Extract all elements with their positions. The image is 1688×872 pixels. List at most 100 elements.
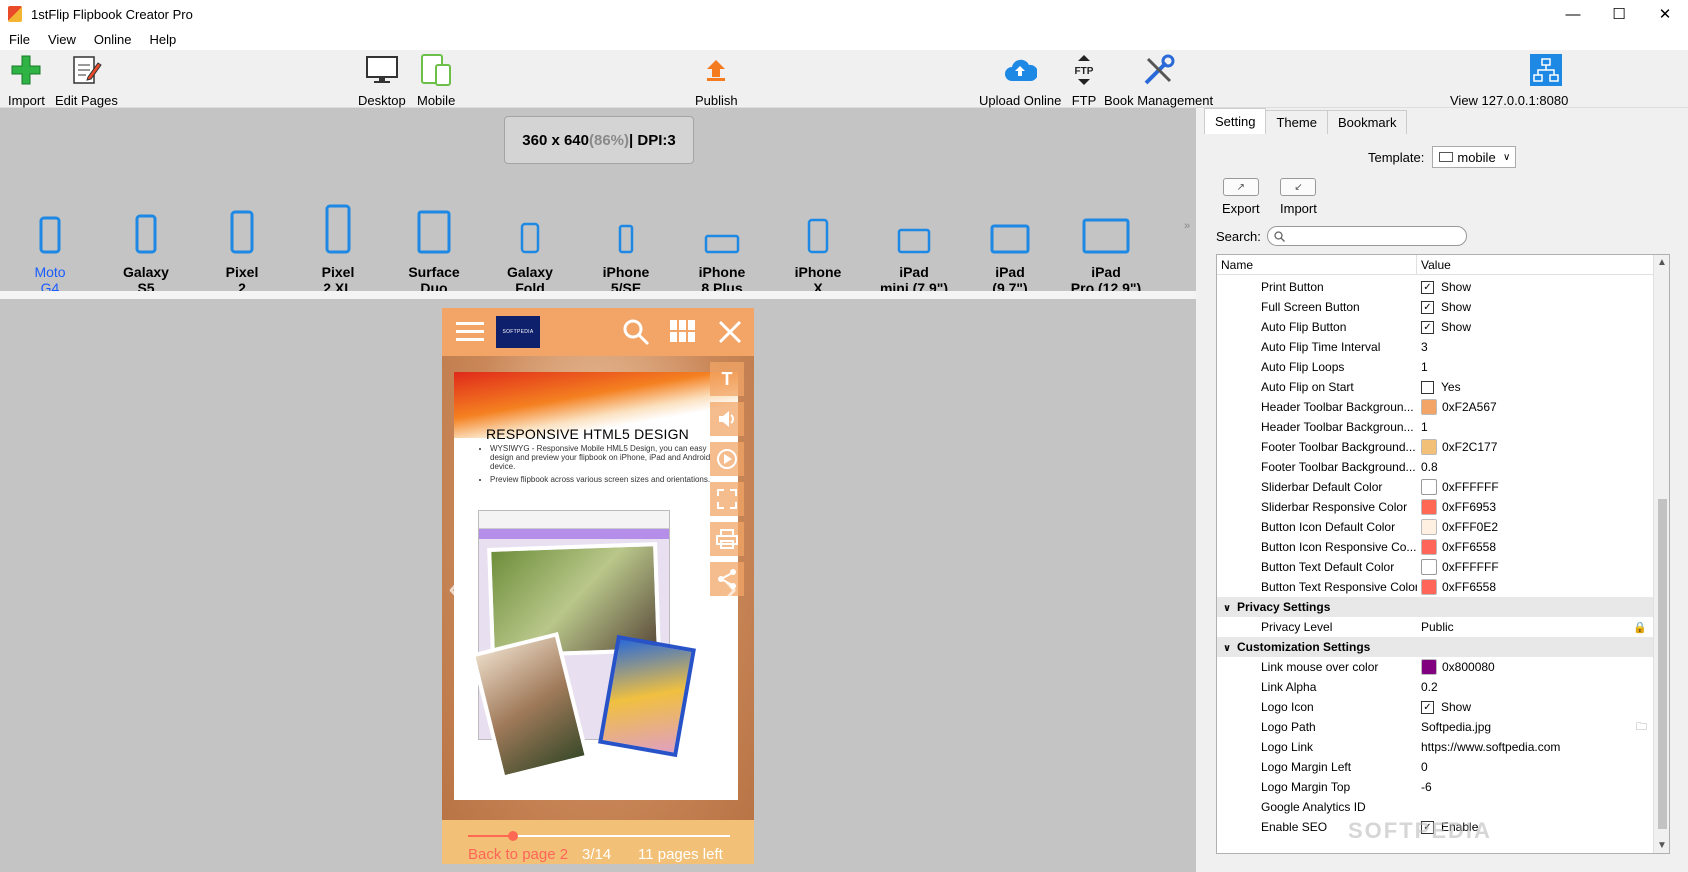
property-row[interactable]: Print Button ✓ Show — [1217, 277, 1653, 297]
upload-online-tool-button[interactable]: Upload Online — [979, 52, 1061, 108]
device-iphone-8-plus[interactable]: iPhone 8 Plus — [677, 178, 767, 296]
property-row[interactable]: Footer Toolbar Background... 0xF2C177 — [1217, 437, 1653, 457]
tab-bookmark[interactable]: Bookmark — [1326, 110, 1408, 134]
property-row[interactable]: Auto Flip Loops 1 — [1217, 357, 1653, 377]
property-row[interactable]: Auto Flip Button ✓ Show — [1217, 317, 1653, 337]
property-value-cell[interactable]: Yes — [1417, 380, 1653, 394]
view-server-tool-button[interactable]: View 127.0.0.1:8080 — [1450, 52, 1568, 108]
property-row[interactable]: Auto Flip Time Interval 3 — [1217, 337, 1653, 357]
desktop-tool-button[interactable]: Desktop — [358, 52, 406, 108]
device-iphone-5se[interactable]: iPhone 5/SE — [581, 178, 671, 296]
property-section-row[interactable]: ∨ Customization Settings — [1217, 637, 1653, 657]
search-input[interactable] — [1266, 226, 1467, 246]
property-checkbox[interactable] — [1421, 380, 1434, 394]
property-value-cell[interactable]: 0x800080 — [1417, 659, 1653, 675]
property-value-cell[interactable]: 0 — [1417, 760, 1653, 774]
property-value-cell[interactable]: 0.8 — [1417, 460, 1653, 474]
property-value-cell[interactable]: 1 — [1417, 360, 1653, 374]
fullscreen-icon[interactable] — [710, 482, 744, 516]
property-value-cell[interactable]: 0xFFF0E2 — [1417, 519, 1653, 535]
menu-file[interactable]: File — [0, 32, 39, 47]
property-value-cell[interactable]: 1 — [1417, 420, 1653, 434]
color-swatch[interactable] — [1421, 659, 1437, 675]
property-value-cell[interactable]: 0xFF6558 — [1417, 539, 1653, 555]
property-checkbox[interactable]: ✓ — [1421, 300, 1434, 314]
property-value-cell[interactable]: Softpedia.jpg 🗀 — [1417, 720, 1653, 734]
color-swatch[interactable] — [1421, 579, 1437, 595]
device-ipad-mini[interactable]: iPad mini (7.9") — [869, 178, 959, 296]
property-value-cell[interactable]: ✓ Show — [1417, 300, 1653, 314]
flipbook-logo[interactable]: SOFTPEDIA — [496, 316, 540, 348]
previous-page-arrow-icon[interactable]: ‹ — [448, 566, 461, 611]
minimize-button[interactable]: — — [1550, 0, 1596, 28]
property-row[interactable]: Sliderbar Default Color 0xFFFFFF — [1217, 477, 1653, 497]
menu-help[interactable]: Help — [140, 32, 185, 47]
device-pixel-2[interactable]: Pixel 2 — [197, 178, 287, 296]
property-row[interactable]: Header Toolbar Backgroun... 1 — [1217, 417, 1653, 437]
property-section-row[interactable]: ∨ Privacy Settings — [1217, 597, 1653, 617]
device-galaxy-fold[interactable]: Galaxy Fold — [485, 178, 575, 296]
property-value-cell[interactable]: 0xFF6953 — [1417, 499, 1653, 515]
property-row[interactable]: Privacy Level Public 🔒 — [1217, 617, 1653, 637]
page-slider-handle[interactable] — [508, 831, 518, 841]
property-value-cell[interactable]: ✓ Show — [1417, 320, 1653, 334]
property-row[interactable]: Google Analytics ID — [1217, 797, 1653, 817]
color-swatch[interactable] — [1421, 539, 1437, 555]
back-to-page-link[interactable]: Back to page 2 — [468, 846, 568, 863]
device-surface-duo[interactable]: Surface Duo — [389, 178, 479, 296]
hamburger-menu-icon[interactable] — [456, 321, 484, 346]
property-row[interactable]: Full Screen Button ✓ Show — [1217, 297, 1653, 317]
property-value-cell[interactable]: https://www.softpedia.com — [1417, 740, 1653, 754]
print-icon[interactable] — [710, 522, 744, 556]
import-settings-button[interactable]: ↙ Import — [1280, 178, 1317, 216]
device-ipad-pro[interactable]: iPad Pro (12.9") — [1061, 178, 1151, 296]
book-management-tool-button[interactable]: Book Management — [1104, 52, 1213, 108]
text-icon[interactable]: T — [710, 362, 744, 396]
ftp-tool-button[interactable]: FTP FTP — [1066, 52, 1102, 108]
property-grid-scrollbar[interactable]: ▲ ▼ — [1653, 255, 1669, 853]
property-row[interactable]: Button Icon Responsive Co... 0xFF6558 — [1217, 537, 1653, 557]
property-row[interactable]: Logo Margin Top -6 — [1217, 777, 1653, 797]
device-ipad-9-7[interactable]: iPad (9.7") — [965, 178, 1055, 296]
color-swatch[interactable] — [1421, 479, 1437, 495]
property-row[interactable]: Link mouse over color 0x800080 — [1217, 657, 1653, 677]
property-row[interactable]: Logo Link https://www.softpedia.com — [1217, 737, 1653, 757]
property-value-cell[interactable]: 0.2 — [1417, 680, 1653, 694]
property-checkbox[interactable]: ✓ — [1421, 280, 1434, 294]
scrollbar-thumb[interactable] — [1658, 499, 1667, 829]
color-swatch[interactable] — [1421, 399, 1437, 415]
chevron-down-icon[interactable]: ∨ — [1223, 643, 1237, 654]
color-swatch[interactable] — [1421, 439, 1437, 455]
property-value-cell[interactable]: ✓ Show — [1417, 280, 1653, 294]
publish-tool-button[interactable]: Publish — [695, 52, 738, 108]
color-swatch[interactable] — [1421, 559, 1437, 575]
property-value-cell[interactable]: -6 — [1417, 780, 1653, 794]
property-value-cell[interactable]: 0xFFFFFF — [1417, 479, 1653, 495]
property-row[interactable]: Logo Path Softpedia.jpg 🗀 — [1217, 717, 1653, 737]
folder-icon[interactable]: 🗀 — [1636, 718, 1647, 737]
collapse-panel-icon[interactable]: » — [1184, 220, 1190, 232]
property-value-cell[interactable]: Public 🔒 — [1417, 620, 1653, 634]
maximize-button[interactable]: ☐ — [1596, 0, 1642, 28]
thumbnails-grid-icon[interactable] — [670, 320, 696, 347]
property-value-cell[interactable]: 3 — [1417, 340, 1653, 354]
chevron-down-icon[interactable]: ∨ — [1223, 603, 1237, 614]
lock-icon[interactable]: 🔒 — [1633, 621, 1647, 634]
export-button[interactable]: ↗ Export — [1222, 178, 1260, 216]
property-value-cell[interactable]: 0xF2A567 — [1417, 399, 1653, 415]
property-value-cell[interactable]: 0xF2C177 — [1417, 439, 1653, 455]
edit-pages-tool-button[interactable]: Edit Pages — [55, 52, 118, 108]
menu-view[interactable]: View — [39, 32, 85, 47]
template-select[interactable]: mobile ∨ — [1432, 146, 1517, 168]
property-value-cell[interactable]: ✓ Show — [1417, 700, 1653, 714]
property-row[interactable]: Link Alpha 0.2 — [1217, 677, 1653, 697]
property-row[interactable]: Auto Flip on Start Yes — [1217, 377, 1653, 397]
device-moto-g4[interactable]: Moto G4 — [5, 178, 95, 296]
tab-setting[interactable]: Setting — [1204, 108, 1267, 134]
property-row[interactable]: Logo Icon ✓ Show — [1217, 697, 1653, 717]
color-swatch[interactable] — [1421, 499, 1437, 515]
play-icon[interactable] — [710, 442, 744, 476]
import-tool-button[interactable]: Import — [8, 52, 45, 108]
property-value-cell[interactable]: 0xFFFFFF — [1417, 559, 1653, 575]
property-row[interactable]: Button Icon Default Color 0xFFF0E2 — [1217, 517, 1653, 537]
